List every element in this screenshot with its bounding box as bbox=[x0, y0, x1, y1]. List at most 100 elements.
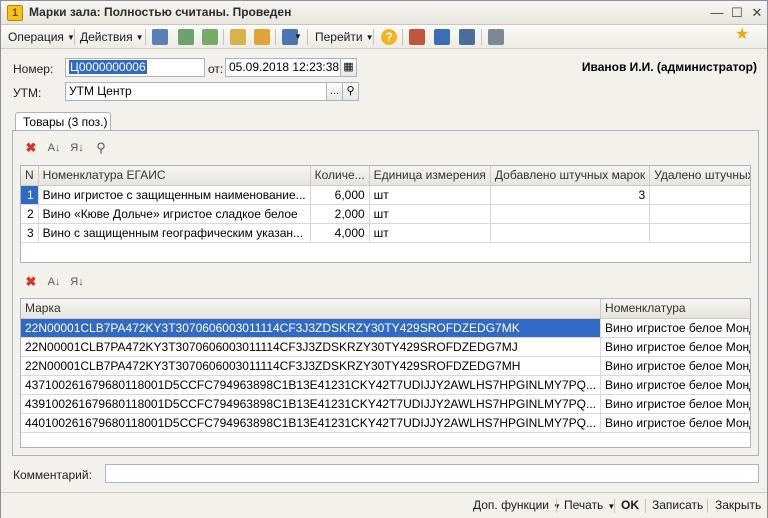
tab-goods[interactable]: Товары (3 поз.) bbox=[15, 112, 111, 131]
report-icon[interactable] bbox=[409, 29, 425, 45]
print-label: Печать bbox=[564, 498, 604, 512]
column-header[interactable]: Единица измерения bbox=[369, 166, 491, 186]
goto-menu-label: Перейти bbox=[315, 30, 363, 44]
row-unit: шт bbox=[369, 185, 491, 205]
row-unit: шт bbox=[369, 204, 491, 224]
row-name: Вино игристое белое Мондоро Асти bbox=[600, 356, 750, 376]
number-value: Ц0000000006 bbox=[69, 60, 147, 74]
column-header[interactable]: N bbox=[21, 166, 39, 186]
comment-field[interactable] bbox=[105, 464, 759, 483]
date-label: от: bbox=[208, 62, 224, 76]
tab-panel-goods: ✖ A↓ Я↓ ⚲ N Номенклатура ЕГАИС Количе...… bbox=[12, 130, 759, 456]
subordinate-structure-icon[interactable] bbox=[434, 29, 450, 45]
lock-icon[interactable] bbox=[488, 29, 504, 45]
extra-functions-menu[interactable]: Доп. функции▼ bbox=[473, 498, 561, 512]
sort-descending-icon[interactable]: Я↓ bbox=[69, 140, 85, 156]
import-icon[interactable] bbox=[254, 29, 270, 45]
table-row[interactable]: 22N00001CLB7PA472KY3T3070606003011114CF3… bbox=[21, 318, 750, 338]
sort-ascending-icon[interactable]: A↓ bbox=[46, 140, 62, 156]
minimize-icon[interactable]: — bbox=[709, 5, 725, 21]
print-menu[interactable]: Печать ▼ bbox=[564, 498, 615, 512]
number-field[interactable]: Ц0000000006 bbox=[65, 58, 205, 77]
row-quantity: 4,000 bbox=[310, 223, 370, 243]
actions-menu-label: Действия bbox=[80, 30, 133, 44]
table-row[interactable]: 3 Вино с защищенным географическим указа… bbox=[21, 223, 750, 243]
goto-menu[interactable]: Перейти ▼ bbox=[315, 29, 373, 45]
row-unit: шт bbox=[369, 223, 491, 243]
search-icon[interactable]: ⚲ bbox=[93, 140, 109, 156]
column-header[interactable]: Добавлено штучных марок bbox=[490, 166, 651, 186]
toolbar-separator bbox=[74, 29, 75, 45]
title-bar: 1 Марки зала: Полностью считаны. Проведе… bbox=[1, 1, 767, 25]
column-header[interactable]: Количе... bbox=[310, 166, 370, 186]
toolbar-separator bbox=[707, 499, 708, 513]
refresh-icon[interactable] bbox=[178, 29, 194, 45]
row-mark: 437100261679680118001D5CCFC794963898C1B1… bbox=[21, 375, 602, 395]
delete-icon[interactable]: ✖ bbox=[23, 274, 39, 290]
operation-menu[interactable]: Операция ▼ bbox=[8, 29, 75, 45]
date-field[interactable]: 05.09.2018 12:23:38 bbox=[225, 58, 341, 77]
close-button[interactable]: Закрыть bbox=[715, 498, 761, 512]
table-row[interactable]: 437100261679680118001D5CCFC794963898C1B1… bbox=[21, 375, 750, 395]
column-header[interactable]: Удалено штучных марок bbox=[649, 166, 750, 186]
goods-table-body: N Номенклатура ЕГАИС Количе... Единица и… bbox=[21, 166, 750, 243]
row-name: Вино игристое белое Мондоро Асти bbox=[600, 318, 750, 338]
chevron-down-icon[interactable]: ▼ bbox=[294, 29, 302, 45]
row-name: Вино «Кюве Дольче» игристое сладкое бело… bbox=[38, 204, 311, 224]
marks-table-body: Марка Номенклатура 22N00001CLB7PA472KY3T… bbox=[21, 299, 750, 433]
toolbar: Операция ▼ Действия ▼ ▼ Перейти ▼ ? ★ bbox=[1, 25, 767, 49]
table-row[interactable]: 22N00001CLB7PA472KY3T3070606003011114CF3… bbox=[21, 337, 750, 357]
close-icon[interactable]: ✕ bbox=[749, 5, 765, 21]
goods-table: N Номенклатура ЕГАИС Количе... Единица и… bbox=[20, 165, 751, 263]
toolbar-separator bbox=[373, 29, 374, 45]
number-label: Номер: bbox=[13, 62, 54, 76]
export-icon[interactable] bbox=[230, 29, 246, 45]
table-row[interactable]: 1 Вино игристое с защищенным наименовани… bbox=[21, 185, 750, 205]
copy-document-icon[interactable] bbox=[202, 29, 218, 45]
favorite-star-icon[interactable]: ★ bbox=[735, 27, 749, 43]
current-user: Иванов И.И. (администратор) bbox=[581, 60, 757, 74]
row-mark: 22N00001CLB7PA472KY3T3070606003011114CF3… bbox=[21, 337, 602, 357]
save-button[interactable]: Записать bbox=[652, 498, 703, 512]
window-title: Марки зала: Полностью считаны. Проведен bbox=[29, 5, 292, 19]
toolbar-separator bbox=[307, 29, 308, 45]
table-row[interactable]: 440100261679680118001D5CCFC794963898C1B1… bbox=[21, 413, 750, 433]
column-header[interactable]: Номенклатура bbox=[600, 299, 750, 319]
operation-menu-label: Операция bbox=[8, 30, 64, 44]
actions-menu[interactable]: Действия ▼ bbox=[80, 29, 144, 45]
row-mark: 22N00001CLB7PA472KY3T3070606003011114CF3… bbox=[21, 318, 602, 338]
row-mark: 22N00001CLB7PA472KY3T3070606003011114CF3… bbox=[21, 356, 602, 376]
post-document-icon[interactable] bbox=[152, 29, 168, 45]
toolbar-separator bbox=[223, 29, 224, 45]
list-icon[interactable] bbox=[459, 29, 475, 45]
row-mark: 440100261679680118001D5CCFC794963898C1B1… bbox=[21, 413, 602, 433]
row-added: 3 bbox=[490, 185, 651, 205]
table-header-row: Марка Номенклатура bbox=[21, 299, 750, 319]
row-number: 2 bbox=[21, 204, 39, 224]
toolbar-separator bbox=[614, 499, 615, 513]
table-row[interactable]: 22N00001CLB7PA472KY3T3070606003011114CF3… bbox=[21, 356, 750, 376]
utm-field[interactable]: УТМ Центр bbox=[65, 82, 327, 101]
sort-ascending-icon[interactable]: A↓ bbox=[46, 274, 62, 290]
sort-descending-icon[interactable]: Я↓ bbox=[69, 274, 85, 290]
column-header[interactable]: Номенклатура ЕГАИС bbox=[38, 166, 311, 186]
row-number: 3 bbox=[21, 223, 39, 243]
row-added bbox=[490, 204, 651, 224]
help-icon[interactable]: ? bbox=[381, 29, 397, 45]
table-row[interactable]: 2 Вино «Кюве Дольче» игристое сладкое бе… bbox=[21, 204, 750, 224]
ok-button[interactable]: OK bbox=[621, 498, 639, 512]
open-search-icon[interactable]: ⚲ bbox=[342, 82, 359, 101]
maximize-icon[interactable]: ☐ bbox=[729, 5, 745, 21]
calendar-icon[interactable]: ▦ bbox=[340, 58, 357, 77]
row-name: Вино игристое белое Мондоро Асти bbox=[600, 337, 750, 357]
comment-label: Комментарий: bbox=[13, 468, 92, 482]
toolbar-separator bbox=[402, 29, 403, 45]
table-row[interactable]: 439100261679680118001D5CCFC794963898C1B1… bbox=[21, 394, 750, 414]
row-name: Вино игристое белое Мондоро Асти bbox=[600, 413, 750, 433]
row-name: Вино игристое белое Мондоро Асти bbox=[600, 394, 750, 414]
delete-icon[interactable]: ✖ bbox=[23, 140, 39, 156]
column-header[interactable]: Марка bbox=[21, 299, 602, 319]
row-added bbox=[490, 223, 651, 243]
select-ellipsis-button[interactable]: ... bbox=[326, 82, 343, 101]
row-name: Вино игристое белое Мондоро Асти bbox=[600, 375, 750, 395]
